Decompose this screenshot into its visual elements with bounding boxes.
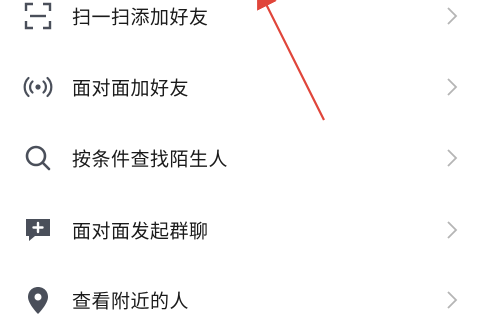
location-pin-icon [22, 284, 54, 316]
menu-item-scan[interactable]: 扫一扫添加好友 [0, 0, 480, 44]
chevron-right-icon [446, 220, 458, 240]
chevron-right-icon [446, 6, 458, 26]
menu-item-label: 扫一扫添加好友 [72, 6, 209, 29]
search-icon [22, 142, 54, 174]
menu-item-label: 面对面发起群聊 [72, 220, 209, 243]
menu-item-face-to-face-add[interactable]: 面对面加好友 [0, 59, 480, 115]
menu-item-face-to-face-group-chat[interactable]: 面对面发起群聊 [0, 202, 480, 258]
menu-item-search-strangers[interactable]: 按条件查找陌生人 [0, 130, 480, 186]
chat-plus-icon [22, 214, 54, 246]
menu-item-label: 按条件查找陌生人 [72, 148, 229, 171]
menu-item-label: 查看附近的人 [72, 290, 190, 313]
chevron-right-icon [446, 77, 458, 97]
menu-item-people-nearby[interactable]: 查看附近的人 [0, 272, 480, 328]
scan-icon [22, 0, 54, 32]
chevron-right-icon [446, 148, 458, 168]
chevron-right-icon [446, 290, 458, 310]
radar-icon [22, 71, 54, 103]
menu-item-label: 面对面加好友 [72, 77, 190, 100]
add-friend-menu: 扫一扫添加好友 面对面加好友 按条件查找陌生人 面对面发起群聊 查看附近的人 [0, 0, 480, 314]
